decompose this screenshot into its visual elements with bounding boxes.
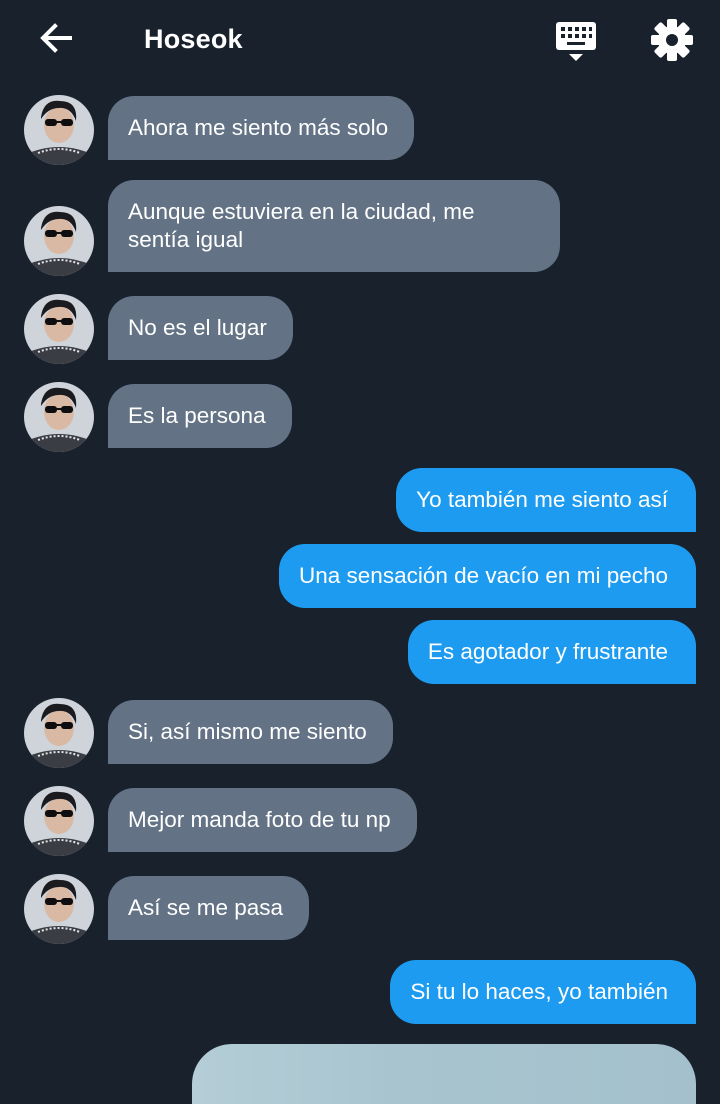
avatar[interactable] xyxy=(24,95,94,165)
incoming-message[interactable]: Mejor manda foto de tu np xyxy=(108,788,417,852)
avatar[interactable] xyxy=(24,786,94,856)
incoming-message[interactable]: Ahora me siento más solo xyxy=(108,96,415,160)
avatar[interactable] xyxy=(24,294,94,364)
incoming-message[interactable]: Así se me pasa xyxy=(108,876,310,940)
outgoing-message[interactable]: Es agotador y frustrante xyxy=(407,620,696,684)
avatar[interactable] xyxy=(24,698,94,768)
incoming-message[interactable]: Aunque estuviera en la ciudad, me sentía… xyxy=(108,180,560,272)
avatar[interactable] xyxy=(24,206,94,276)
avatar[interactable] xyxy=(24,382,94,452)
message-list: Ahora me siento más solo Aunque estuvier… xyxy=(0,0,720,1104)
incoming-message[interactable]: Es la persona xyxy=(108,384,292,448)
outgoing-message[interactable]: Si tu lo haces, yo también xyxy=(390,960,696,1024)
incoming-message[interactable]: Si, así mismo me siento xyxy=(108,700,393,764)
avatar[interactable] xyxy=(24,874,94,944)
incoming-message[interactable]: No es el lugar xyxy=(108,296,293,360)
outgoing-message[interactable]: Yo también me siento así xyxy=(396,468,696,532)
outgoing-photo-message[interactable] xyxy=(192,1044,696,1104)
outgoing-message[interactable]: Una sensación de vacío en mi pecho xyxy=(279,544,696,608)
